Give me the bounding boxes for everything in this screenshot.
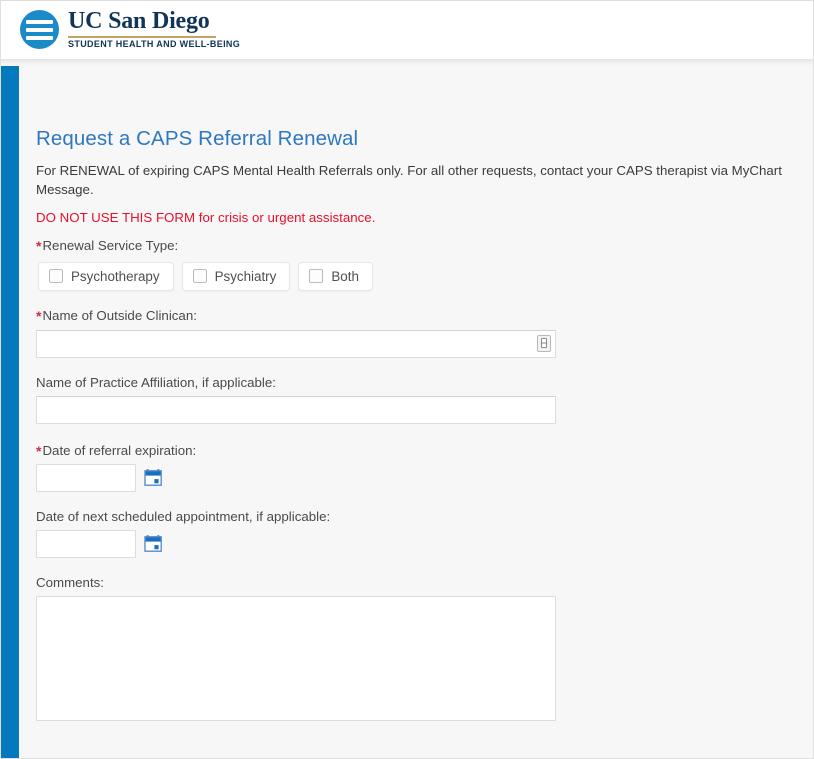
checkbox-label: Both xyxy=(331,268,359,284)
warning-text: DO NOT USE THIS FORM for crisis or urgen… xyxy=(36,209,376,225)
brand-title: UC San Diego xyxy=(68,8,210,34)
comments-textarea[interactable] xyxy=(36,596,556,722)
brand-subtitle: STUDENT HEALTH AND WELL-BEING xyxy=(68,39,241,49)
expiration-date-label: *Date of referral expiration: xyxy=(36,442,813,461)
checkbox-psychotherapy[interactable]: Psychotherapy xyxy=(38,261,174,291)
page-root: UC San Diego STUDENT HEALTH AND WELL-BEI… xyxy=(0,0,814,759)
calendar-icon[interactable] xyxy=(144,534,164,554)
checkbox-psychiatry[interactable]: Psychiatry xyxy=(181,261,291,291)
checkbox-icon[interactable] xyxy=(49,269,63,284)
service-type-label: *Renewal Service Type: xyxy=(36,237,813,256)
left-accent-bar xyxy=(1,59,19,758)
expiration-date-row xyxy=(36,464,813,493)
clinician-label: *Name of Outside Clinican: xyxy=(36,307,813,326)
expiration-date-input[interactable] xyxy=(36,464,136,493)
practice-input[interactable] xyxy=(36,395,556,424)
clinician-field-row xyxy=(36,329,556,358)
brand-text: UC San Diego STUDENT HEALTH AND WELL-BEI… xyxy=(68,9,240,49)
header-divider xyxy=(1,59,813,66)
checkbox-label: Psychotherapy xyxy=(71,268,160,284)
page-title: Request a CAPS Referral Renewal xyxy=(36,127,359,150)
comments-label: Comments: xyxy=(36,575,104,591)
clinician-input[interactable] xyxy=(36,329,556,358)
next-appointment-label: Date of next scheduled appointment, if a… xyxy=(36,509,331,525)
site-header: UC San Diego STUDENT HEALTH AND WELL-BEI… xyxy=(1,1,813,59)
clinician-label-text: Name of Outside Clinican: xyxy=(42,307,197,323)
service-type-options: Psychotherapy Psychiatry Both xyxy=(38,261,813,291)
practice-label: Name of Practice Affiliation, if applica… xyxy=(36,374,276,390)
brand-logo[interactable]: UC San Diego STUDENT HEALTH AND WELL-BEI… xyxy=(20,9,240,49)
service-type-label-text: Renewal Service Type: xyxy=(42,237,179,253)
calendar-icon[interactable] xyxy=(144,468,164,488)
required-marker: * xyxy=(36,442,42,459)
next-appointment-row xyxy=(36,530,813,559)
required-marker: * xyxy=(36,307,42,324)
required-marker: * xyxy=(36,237,42,254)
uc-san-diego-trident-circle-icon xyxy=(20,9,59,49)
checkbox-icon[interactable] xyxy=(309,269,324,284)
checkbox-label: Psychiatry xyxy=(214,268,277,284)
expiration-date-label-text: Date of referral expiration: xyxy=(42,442,197,458)
practice-field-row xyxy=(36,395,556,424)
checkbox-icon[interactable] xyxy=(192,269,207,284)
brand-rule xyxy=(68,36,216,38)
form-container: Request a CAPS Referral Renewal For RENE… xyxy=(19,59,813,758)
checkbox-both[interactable]: Both xyxy=(298,261,373,291)
intro-text: For RENEWAL of expiring CAPS Mental Heal… xyxy=(36,163,782,198)
dictation-icon[interactable] xyxy=(537,334,551,352)
next-appointment-input[interactable] xyxy=(36,530,136,559)
